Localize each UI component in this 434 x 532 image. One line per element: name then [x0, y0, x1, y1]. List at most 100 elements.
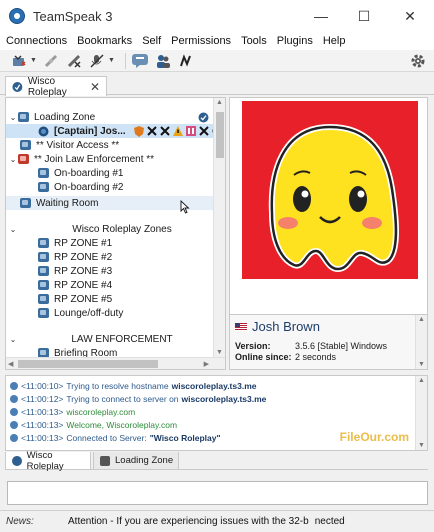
- channel-onboarding-2[interactable]: On-boarding #2: [38, 180, 124, 194]
- toolbar-separator: [124, 52, 126, 69]
- menu-bookmarks[interactable]: Bookmarks: [77, 35, 132, 47]
- toolbar: ▼ ▼: [0, 50, 434, 72]
- window-title: TeamSpeak 3: [33, 8, 113, 24]
- close-button[interactable]: ✕: [387, 0, 433, 32]
- chevron-down-icon[interactable]: ⌄: [8, 155, 18, 164]
- scroll-right-icon[interactable]: ▶: [204, 360, 209, 368]
- scroll-down-icon[interactable]: ▼: [418, 361, 425, 368]
- chat-bubble-icon[interactable]: [131, 52, 149, 70]
- channel-rp-zone-1[interactable]: RP ZONE #1: [38, 236, 112, 250]
- channel-label: On-boarding #1: [54, 167, 124, 179]
- log-scrollbar[interactable]: ▲ ▼: [415, 376, 427, 450]
- scroll-down-icon[interactable]: ▼: [418, 442, 425, 449]
- version-value: 3.5.6 [Stable] Windows: [295, 341, 388, 351]
- mute-microphone-icon[interactable]: [88, 52, 106, 70]
- chevron-down-icon[interactable]: ⌄: [8, 113, 18, 122]
- contacts-icon[interactable]: [154, 52, 172, 70]
- log-time: <11:00:13>: [21, 419, 64, 430]
- cross-badge-icon: [160, 126, 170, 136]
- channel-join-law-enforcement[interactable]: ⌄ ** Join Law Enforcement **: [8, 152, 154, 166]
- channel-rp-zone-5[interactable]: RP ZONE #5: [38, 292, 112, 306]
- channel-rp-zone-4[interactable]: RP ZONE #4: [38, 278, 112, 292]
- log-line: <11:00:12> Trying to connect to server o…: [10, 392, 266, 405]
- scroll-up-icon[interactable]: ▲: [418, 377, 425, 384]
- tab-wisco-roleplay[interactable]: Wisco Roleplay ✕: [5, 75, 107, 98]
- scroll-up-icon[interactable]: ▲: [418, 316, 425, 323]
- menu-tools[interactable]: Tools: [241, 35, 267, 47]
- minimize-button[interactable]: —: [298, 0, 344, 32]
- channel-onboarding-1[interactable]: On-boarding #1: [38, 166, 124, 180]
- menu-permissions[interactable]: Permissions: [171, 35, 231, 47]
- connect-dropdown-icon[interactable]: ▼: [30, 57, 37, 64]
- whisper-icon[interactable]: [177, 52, 195, 70]
- channel-icon: [38, 266, 49, 276]
- mute-dropdown-icon[interactable]: ▼: [108, 57, 115, 64]
- scroll-down-icon[interactable]: ▼: [216, 349, 223, 356]
- log-time: <11:00:12>: [21, 393, 64, 404]
- menu-self[interactable]: Self: [142, 35, 161, 47]
- spacer-wisco-roleplay-zones[interactable]: ⌄ Wisco Roleplay Zones: [8, 222, 213, 236]
- client-status-icon: [38, 126, 49, 136]
- default-channel-check-icon: [198, 112, 209, 122]
- channel-visitor-access[interactable]: ** Visitor Access **: [20, 138, 119, 152]
- tree-horizontal-scrollbar[interactable]: ◀ ▶: [6, 357, 225, 369]
- channel-label: ** Join Law Enforcement **: [34, 153, 155, 165]
- cross-badge-icon: [147, 126, 157, 136]
- info-icon: [10, 433, 18, 442]
- scroll-thumb[interactable]: [18, 360, 158, 368]
- channel-tree[interactable]: ⌄ Loading Zone [Captain] Jos... ** Visit…: [5, 97, 226, 370]
- spacer-label: Wisco Roleplay Zones: [72, 223, 172, 235]
- tab-close-icon[interactable]: ✕: [90, 80, 100, 94]
- tree-vertical-scrollbar[interactable]: ▲ ▼: [213, 98, 225, 357]
- log-time: <11:00:13>: [21, 432, 64, 443]
- scroll-left-icon[interactable]: ◀: [8, 360, 13, 368]
- menu-connections[interactable]: Connections: [6, 35, 67, 47]
- log-line: <11:00:13> Welcome, Wiscoroleplay.com: [10, 418, 177, 431]
- version-label: Version:: [235, 341, 271, 351]
- news-text-tail[interactable]: nected: [315, 516, 345, 527]
- chat-tab-label: Loading Zone: [115, 455, 174, 466]
- log-time: <11:00:13>: [21, 406, 64, 417]
- menu-help[interactable]: Help: [323, 35, 346, 47]
- log-message: Trying to connect to server on: [66, 393, 179, 404]
- channel-icon: [38, 280, 49, 290]
- channel-icon: [38, 294, 49, 304]
- chevron-down-icon[interactable]: ⌄: [8, 225, 18, 234]
- channel-loading-zone[interactable]: ⌄ Loading Zone: [8, 110, 213, 124]
- log-message: Trying to resolve hostname: [66, 380, 169, 391]
- disconnect-icon[interactable]: [42, 52, 60, 70]
- channel-rp-zone-3[interactable]: RP ZONE #3: [38, 264, 112, 278]
- tab-label: Wisco Roleplay: [27, 75, 67, 98]
- menu-plugins[interactable]: Plugins: [277, 35, 313, 47]
- spacer-law-enforcement[interactable]: ⌄ LAW ENFORCEMENT: [8, 332, 213, 346]
- info-icon: [10, 407, 18, 416]
- settings-gear-icon[interactable]: [408, 51, 428, 71]
- server-admin-badge-icon: [134, 125, 144, 137]
- chat-tab-server[interactable]: Wisco Roleplay: [5, 450, 91, 472]
- chat-input[interactable]: [7, 481, 428, 505]
- channel-rp-zone-2[interactable]: RP ZONE #2: [38, 250, 112, 264]
- log-host: wiscoroleplay.ts3.me: [181, 393, 267, 404]
- channel-label: RP ZONE #1: [54, 237, 113, 249]
- spacer-label: LAW ENFORCEMENT: [71, 333, 173, 345]
- news-text[interactable]: Attention - If you are experiencing issu…: [68, 516, 309, 527]
- channel-icon: [38, 182, 49, 192]
- scroll-up-icon[interactable]: ▲: [216, 99, 223, 106]
- away-icon[interactable]: [65, 52, 83, 70]
- channel-icon: [18, 112, 29, 122]
- info-scrollbar[interactable]: ▲ ▼: [415, 315, 427, 369]
- log-message[interactable]: wiscoroleplay.com: [66, 407, 135, 417]
- log-message: Connected to Server:: [66, 432, 147, 443]
- channel-lounge-off-duty[interactable]: Lounge/off-duty: [38, 306, 123, 320]
- channel-icon: [38, 168, 49, 178]
- channel-full-icon: [18, 154, 29, 164]
- connect-icon[interactable]: [10, 52, 28, 70]
- maximize-button[interactable]: ☐: [341, 0, 387, 32]
- log-host: wiscoroleplay.ts3.me: [171, 380, 257, 391]
- channel-icon: [20, 140, 31, 150]
- user-name: Josh Brown: [252, 319, 320, 334]
- chat-tab-channel[interactable]: Loading Zone: [93, 452, 179, 470]
- chevron-down-icon[interactable]: ⌄: [8, 335, 18, 344]
- client-row-josh[interactable]: [Captain] Jos...: [6, 124, 222, 138]
- scroll-thumb[interactable]: [216, 112, 224, 158]
